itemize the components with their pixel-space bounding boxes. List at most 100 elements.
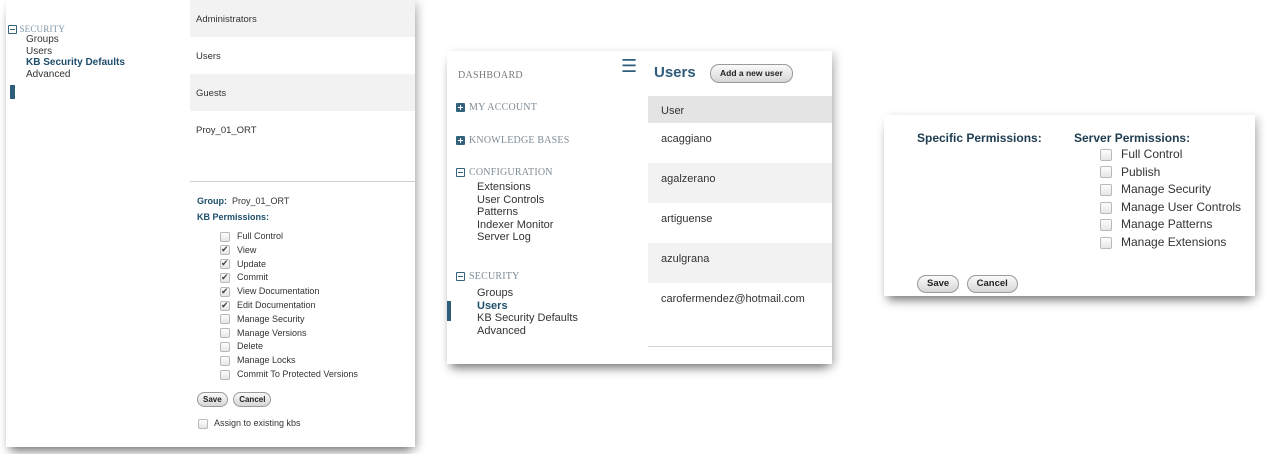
specific-permissions-title: Specific Permissions: [917,131,1042,145]
permission-item: Full Control [220,230,358,244]
table-row[interactable]: azulgrana [648,243,832,283]
manage-user-controls-checkbox[interactable] [1100,201,1112,214]
manage-locks-checkbox[interactable] [220,355,230,366]
security-section-label: SECURITY [19,24,66,34]
group-value: Proy_01_ORT [232,196,290,206]
publish-checkbox[interactable] [1100,166,1112,179]
nav-security-label: SECURITY [469,271,520,282]
nav-configuration-label: CONFIGURATION [469,167,553,178]
nav-item-server-log[interactable]: Server Log [477,231,553,244]
delete-checkbox[interactable] [220,342,230,352]
permission-item: Manage Patterns [1100,216,1241,234]
nav-item-users[interactable]: Users [26,46,188,58]
nav-item-extensions[interactable]: Extensions [477,181,553,194]
permission-label: Edit Documentation [237,299,316,310]
table-row[interactable]: carofermendez@hotmail.com [648,283,832,323]
manage-extensions-checkbox[interactable] [1100,236,1112,249]
view-documentation-checkbox[interactable] [220,285,230,299]
table-header-user[interactable]: User [648,96,832,123]
table-row[interactable]: acaggiano [648,123,832,163]
cancel-button[interactable]: Cancel [233,392,272,407]
permission-item: Update [220,257,358,272]
group-row[interactable]: Proy_01_ORT [190,111,415,148]
nav-security[interactable]: SECURITY [456,271,520,282]
manage-versions-checkbox[interactable] [220,328,230,339]
permission-label: Manage Locks [237,355,296,366]
security-section-header[interactable]: SECURITY [8,24,188,35]
form-buttons: Save Cancel [197,392,274,407]
nav-my-account[interactable]: MY ACCOUNT [456,102,537,113]
nav-item-user-controls[interactable]: User Controls [477,194,553,207]
expand-icon[interactable] [456,103,465,113]
permission-item: Manage Versions [220,327,358,341]
security-items: Groups Users KB Security Defaults Advanc… [477,287,578,337]
full-control-checkbox[interactable] [220,231,230,242]
full-control-checkbox[interactable] [1100,148,1112,161]
permission-item: Commit To Protected Versions [220,368,358,382]
group-detail: Group: Proy_01_ORT KB Permissions: Full … [190,181,415,447]
expand-icon[interactable] [456,136,465,146]
nav-dashboard[interactable]: DASHBOARD [458,70,523,81]
save-button[interactable]: Save [197,392,228,407]
edit-documentation-checkbox[interactable] [220,299,230,312]
nav-item-indexer-monitor[interactable]: Indexer Monitor [477,219,553,232]
table-row[interactable]: agalzerano [648,163,832,203]
add-user-button[interactable]: Add a new user [710,64,793,83]
nav-item-kb-security-defaults[interactable]: KB Security Defaults [477,312,578,325]
permission-label: Publish [1121,164,1161,179]
permission-item: Publish [1100,164,1241,182]
table-row[interactable]: artiguense [648,203,832,243]
permission-label: Commit [237,272,268,283]
page-title: Users [654,64,696,81]
group-row[interactable]: Guests [190,74,415,111]
server-permission-list: Full Control Publish Manage Security Man… [1100,146,1241,252]
permission-label: View [237,244,257,255]
configuration-items: Extensions User Controls Patterns Indexe… [477,181,553,244]
group-row[interactable]: Administrators [190,0,415,37]
form-buttons: Save Cancel [917,273,1021,293]
hamburger-icon[interactable]: ☰ [621,57,637,75]
group-row[interactable]: Users [190,37,415,74]
collapse-icon[interactable] [8,25,17,35]
nav-knowledge-bases[interactable]: KNOWLEDGE BASES [456,135,570,146]
commit-checkbox[interactable] [220,271,230,285]
table-divider [648,346,832,347]
nav-item-groups[interactable]: Groups [477,287,578,300]
group-list: Administrators Users Guests Proy_01_ORT [190,0,415,180]
nav-item-kb-security-defaults[interactable]: KB Security Defaults [26,57,188,69]
permission-label: Manage Extensions [1121,234,1227,249]
manage-security-checkbox[interactable] [220,314,230,325]
permission-label: Manage Patterns [1121,217,1213,232]
permission-label: Full Control [1121,147,1183,161]
nav-item-advanced[interactable]: Advanced [477,325,578,338]
permission-item: Edit Documentation [220,299,358,313]
nav-item-groups[interactable]: Groups [26,34,188,46]
active-nav-marker [10,85,15,99]
nav-item-users[interactable]: Users [477,300,578,313]
save-button[interactable]: Save [917,275,960,293]
server-permissions-title: Server Permissions: [1074,131,1191,145]
view-checkbox[interactable] [220,243,230,257]
cancel-button[interactable]: Cancel [966,275,1018,293]
manage-patterns-checkbox[interactable] [1100,219,1112,232]
commit-to-protected-versions-checkbox[interactable] [220,369,230,380]
collapse-icon[interactable] [456,168,465,178]
assign-existing-kbs-checkbox[interactable] [198,418,208,429]
permission-item: View Documentation [220,285,358,299]
collapse-icon[interactable] [456,272,465,282]
group-label: Group: [197,196,227,206]
permission-label: View Documentation [237,286,320,297]
manage-security-checkbox[interactable] [1100,184,1112,197]
permission-label: Delete [237,341,264,352]
nav-item-advanced[interactable]: Advanced [26,69,188,81]
update-checkbox[interactable] [220,257,230,271]
permission-item: Manage Security [1100,181,1241,199]
users-table: User acaggiano agalzerano artiguense azu… [648,96,832,323]
permission-label: Update [237,258,267,269]
nav-configuration[interactable]: CONFIGURATION [456,167,553,178]
users-main: Users Add a new user User acaggiano agal… [648,51,832,364]
permission-item: Manage User Controls [1100,199,1241,217]
server-permissions-panel: Specific Permissions: Server Permissions… [884,115,1255,296]
permission-label: Manage Security [1121,182,1212,197]
nav-item-patterns[interactable]: Patterns [477,206,553,219]
